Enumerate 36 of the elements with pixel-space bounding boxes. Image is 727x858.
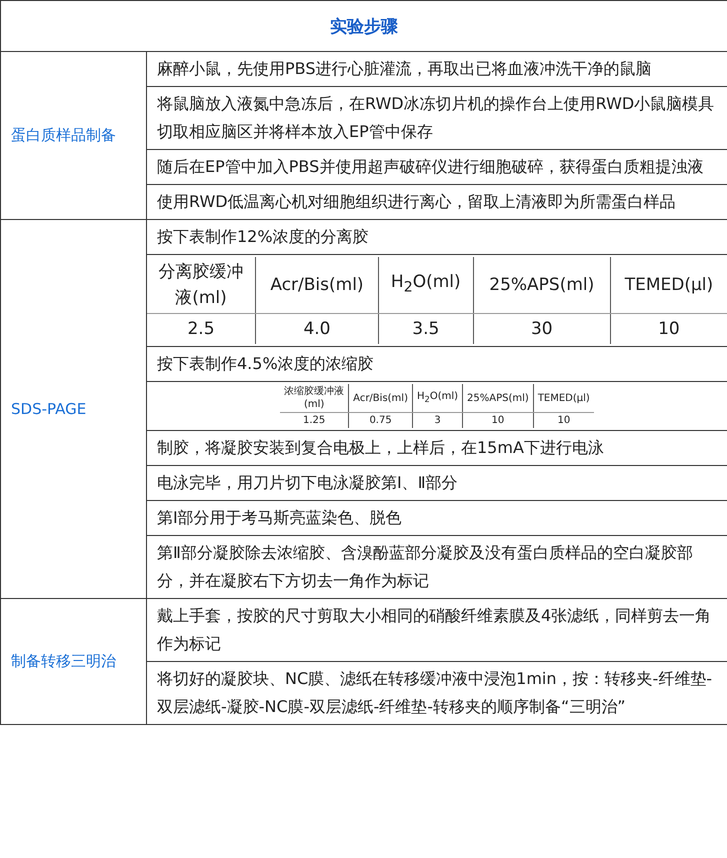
step-text: 将鼠脑放入液氮中急冻后，在RWD冰冻切片机的操作台上使用RWD小鼠脑模具切取相应脑区并将样本放入EP管中保存 (157, 94, 714, 141)
step-text: 按下表制作12%浓度的分离胶 (157, 227, 369, 246)
step-text: 第Ⅰ部分用于考马斯亮蓝染色、脱色 (157, 508, 402, 527)
column-header: 25%APS(ml) (467, 392, 529, 404)
value-text: 1.25 (303, 415, 326, 426)
column-header: TEMED(μl) (538, 392, 590, 404)
column-header: 分离胶缓冲液(ml) (158, 262, 244, 308)
step-text: 将切好的凝胶块、NC膜、滤纸在转移缓冲液中浸泡1min，按：转移夹-纤维垫-双层滤纸-凝胶-NC膜-双层滤纸-纤维垫-转移夹的顺序制备“三明治” (157, 669, 712, 716)
column-header: Acr/Bis(ml) (353, 392, 408, 404)
value-text: 2.5 (187, 319, 215, 339)
value-text: 10 (557, 415, 570, 426)
value-text: 0.75 (369, 415, 392, 426)
step-text: 电泳完毕，用刀片切下电泳凝胶第Ⅰ、Ⅱ部分 (157, 473, 458, 492)
column-header: H$_{2}$O(ml) (390, 272, 461, 292)
step-text: 制胶，将凝胶安装到复合电极上，上样后，在15mA下进行电泳 (157, 438, 604, 457)
column-header: TEMED(μl) (624, 275, 714, 295)
value-text: 10 (492, 415, 504, 426)
section-name: 制备转移三明治 (11, 652, 116, 671)
section-name: 蛋白质样品制备 (11, 126, 116, 145)
step-text: 使用RWD低温离心机对细胞组织进行离心，留取上清液即为所需蛋白样品 (157, 192, 676, 211)
value-text: 30 (530, 319, 553, 339)
table-title: 实验步骤 (330, 16, 398, 38)
column-header: Acr/Bis(ml) (270, 275, 364, 295)
column-header: 浓缩胶缓冲液(ml) (284, 386, 344, 410)
step-text: 按下表制作4.5%浓度的浓缩胶 (157, 354, 374, 373)
value-text: 10 (658, 319, 680, 339)
value-text: 3.5 (412, 319, 440, 339)
column-header: H$_{2}$O(ml) (416, 391, 458, 402)
column-header: 25%APS(ml) (489, 275, 594, 295)
step-text: 第Ⅱ部分凝胶除去浓缩胶、含溴酚蓝部分凝胶及没有蛋白质样品的空白凝胶部分，并在凝胶右下方切去一角作为标记 (157, 543, 693, 590)
step-text: 戴上手套，按胶的尺寸剪取大小相同的硝酸纤维素膜及4张滤纸，同样剪去一角作为标记 (157, 606, 712, 653)
step-text: 麻醉小鼠，先使用PBS进行心脏灌流，再取出已将血液冲洗干净的鼠脑 (157, 59, 652, 78)
section-name: SDS-PAGE (11, 400, 86, 418)
step-text: 随后在EP管中加入PBS并使用超声破碎仪进行细胞破碎，获得蛋白质粗提浊液 (157, 157, 704, 176)
value-text: 3 (434, 415, 441, 426)
value-text: 4.0 (303, 319, 330, 339)
